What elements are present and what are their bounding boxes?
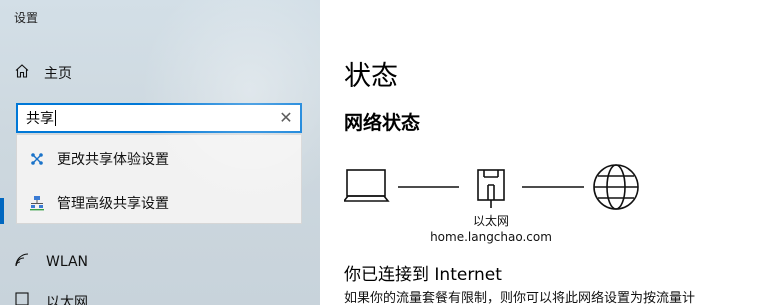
close-icon[interactable]: ✕ bbox=[278, 110, 294, 126]
text-caret bbox=[55, 110, 56, 126]
section-title: 网络状态 bbox=[344, 112, 421, 134]
suggestion-change-sharing[interactable]: 更改共享体验设置 bbox=[17, 137, 301, 181]
metered-description: 如果你的流量套餐有限制，则你可以将此网络设置为按流量计 bbox=[344, 291, 696, 306]
search-input-value: 共享 bbox=[26, 111, 54, 127]
app-title: 设置 bbox=[14, 11, 39, 25]
ethernet-icon bbox=[14, 292, 30, 305]
wifi-icon bbox=[14, 252, 30, 272]
nav-home[interactable]: 主页 bbox=[14, 60, 72, 86]
network-name: home.langchao.com bbox=[430, 230, 552, 244]
main-content: 状态 网络状态 以太网 home.langchao.com 你已连接到 Inte… bbox=[320, 0, 769, 306]
suggestion-label: 管理高级共享设置 bbox=[57, 196, 169, 212]
home-icon bbox=[14, 63, 30, 83]
suggestion-advanced-sharing[interactable]: 管理高级共享设置 bbox=[17, 181, 301, 225]
nav-ethernet-label: 以太网 bbox=[46, 295, 88, 305]
network-sharing-icon bbox=[29, 195, 45, 211]
selected-indicator bbox=[0, 198, 4, 224]
sidebar: 设置 主页 共享 ✕ 更改共享体验设置 管理高级共享设置 WLAN 以太网 bbox=[0, 0, 320, 305]
computer-icon bbox=[344, 169, 390, 202]
globe-icon bbox=[593, 164, 639, 210]
connection-status: 你已连接到 Internet bbox=[344, 265, 502, 285]
nav-wlan-label: WLAN bbox=[46, 254, 89, 270]
nav-wlan[interactable]: WLAN bbox=[14, 250, 88, 274]
ethernet-icon bbox=[477, 169, 505, 208]
search-input[interactable]: 共享 ✕ bbox=[16, 103, 302, 133]
search-suggestions: 更改共享体验设置 管理高级共享设置 bbox=[16, 134, 302, 224]
nav-home-label: 主页 bbox=[44, 66, 72, 82]
network-type-label: 以太网 bbox=[472, 214, 509, 228]
suggestion-label: 更改共享体验设置 bbox=[57, 152, 169, 168]
share-experience-icon bbox=[29, 151, 45, 167]
nav-ethernet[interactable]: 以太网 bbox=[14, 292, 88, 305]
page-title: 状态 bbox=[344, 61, 398, 92]
